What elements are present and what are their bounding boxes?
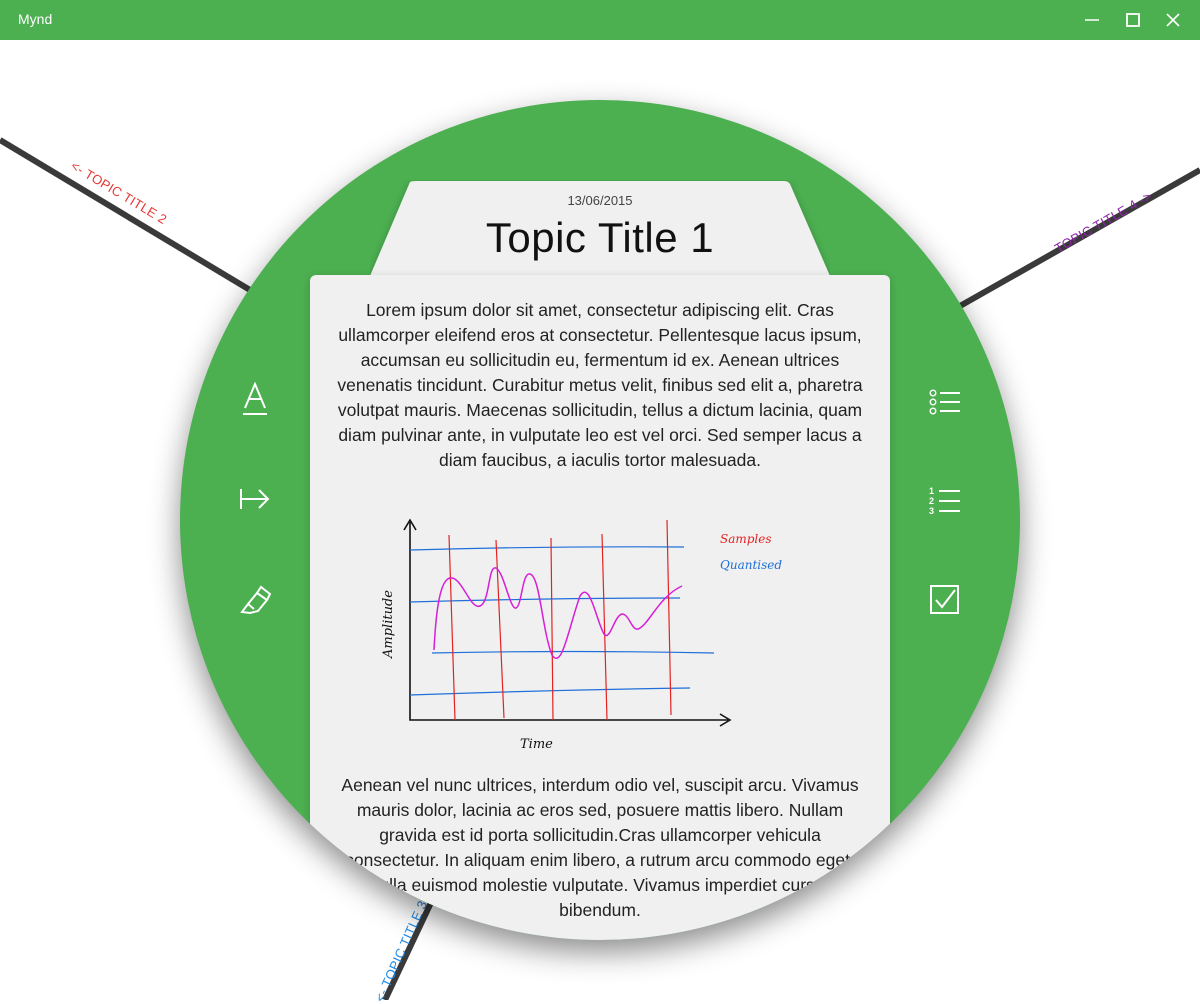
numbered-list-icon[interactable]: 1 2 3 [925, 480, 965, 520]
topic-circle: 1 2 3 13/06/2015 Topic Title 1 Lorem ips… [180, 100, 1020, 940]
handwritten-sketch: Amplitude Time Samples Quantised [381, 518, 782, 752]
card-paragraph-1[interactable]: Lorem ipsum dolor sit amet, consectetur … [336, 298, 864, 473]
svg-text:2: 2 [929, 496, 934, 506]
card-date: 13/06/2015 [567, 193, 633, 208]
card-paragraph-2[interactable]: Aenean vel nunc ultrices, interdum odio … [336, 773, 864, 923]
sketch-y-label: Amplitude [381, 590, 396, 659]
sketch-x-label: Time [520, 737, 553, 752]
legend-samples: Samples [720, 532, 772, 546]
text-format-icon[interactable] [235, 379, 275, 419]
card-body: Lorem ipsum dolor sit amet, consectetur … [310, 275, 890, 940]
checkbox-icon[interactable] [925, 580, 965, 620]
highlighter-icon[interactable] [235, 579, 275, 619]
indent-icon[interactable] [235, 479, 275, 519]
card-title[interactable]: Topic Title 1 [410, 214, 790, 262]
bullet-list-icon[interactable] [925, 382, 965, 422]
signal-curve [433, 567, 683, 659]
svg-text:1: 1 [929, 486, 934, 496]
legend-quantised: Quantised [720, 558, 782, 572]
svg-text:3: 3 [929, 506, 934, 515]
